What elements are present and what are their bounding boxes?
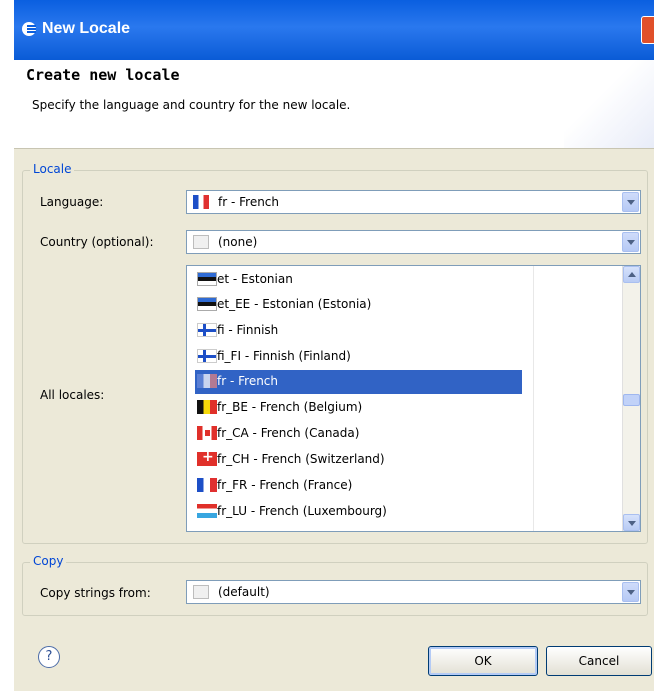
eclipse-icon [22, 22, 36, 36]
page-title: Create new locale [26, 66, 180, 84]
copy-strings-value: (default) [218, 585, 270, 599]
country-combo[interactable]: (none) [186, 230, 641, 254]
country-value: (none) [218, 235, 258, 249]
chevron-down-icon[interactable] [622, 582, 639, 602]
scroll-down-icon[interactable] [623, 514, 640, 531]
list-item-label: fr_CA - French (Canada) [217, 426, 360, 440]
country-label: Country (optional): [40, 235, 154, 249]
belgium-flag-icon [197, 400, 217, 414]
scroll-thumb[interactable] [623, 394, 640, 406]
estonia-flag-icon [197, 297, 217, 311]
new-locale-dialog: New Locale Create new locale Specify the… [14, 0, 654, 691]
copy-strings-label: Copy strings from: [40, 586, 151, 600]
list-item-label: fr_CH - French (Switzerland) [217, 452, 385, 466]
list-item[interactable]: fr_BE - French (Belgium) [195, 396, 530, 420]
title-bar[interactable]: New Locale [14, 0, 654, 60]
ok-button[interactable]: OK [428, 646, 538, 676]
list-item[interactable]: fr_FR - French (France) [195, 474, 530, 498]
page-description: Specify the language and country for the… [32, 98, 351, 112]
all-locales-label: All locales: [40, 388, 105, 402]
language-value: fr - French [218, 195, 280, 209]
list-item-selected[interactable]: fr - French [195, 370, 522, 394]
list-item-label: et - Estonian [217, 272, 293, 286]
chevron-down-icon[interactable] [622, 232, 639, 252]
list-item[interactable]: fi - Finnish [195, 319, 530, 343]
blank-flag-icon [193, 585, 209, 599]
france-flag-icon [193, 195, 209, 209]
list-item-label: fr - French [217, 374, 279, 388]
window-title: New Locale [42, 20, 131, 37]
all-locales-list[interactable]: et - Estonian et_EE - Estonian (Estonia)… [186, 265, 641, 532]
close-button[interactable] [641, 16, 654, 44]
language-label: Language: [40, 195, 104, 209]
finland-flag-icon [197, 323, 217, 337]
list-item[interactable]: et - Estonian [195, 268, 530, 292]
switzerland-flag-icon [197, 449, 217, 466]
estonia-flag-icon [197, 272, 217, 286]
luxembourg-flag-icon [197, 504, 217, 518]
list-item-label: fr_FR - French (France) [217, 478, 353, 492]
cancel-button[interactable]: Cancel [546, 646, 652, 676]
help-icon[interactable]: ? [38, 646, 60, 668]
header-banner [564, 60, 654, 148]
column-divider [533, 266, 534, 531]
list-item-label: fr_LU - French (Luxembourg) [217, 504, 387, 518]
france-flag-icon [197, 478, 217, 492]
finland-flag-icon [197, 349, 217, 363]
list-item[interactable]: fr_LU - French (Luxembourg) [195, 500, 530, 524]
list-item-label: fr_BE - French (Belgium) [217, 400, 363, 414]
list-item[interactable]: fr_CH - French (Switzerland) [195, 448, 530, 472]
list-item-label: fi - Finnish [217, 323, 279, 337]
chevron-down-icon[interactable] [622, 192, 639, 212]
language-combo[interactable]: fr - French [186, 190, 641, 214]
copy-strings-combo[interactable]: (default) [186, 580, 641, 604]
copy-group-label: Copy [30, 554, 67, 568]
list-item[interactable]: fi_FI - Finnish (Finland) [195, 345, 530, 369]
locale-group-label: Locale [30, 162, 75, 176]
list-item[interactable]: et_EE - Estonian (Estonia) [195, 293, 530, 317]
canada-flag-icon [197, 426, 217, 440]
list-item-label: et_EE - Estonian (Estonia) [217, 297, 372, 311]
list-scrollbar[interactable] [622, 266, 640, 531]
list-item[interactable]: fr_CA - French (Canada) [195, 422, 530, 446]
blank-flag-icon [193, 235, 209, 249]
scroll-up-icon[interactable] [623, 266, 640, 283]
list-item-label: fi_FI - Finnish (Finland) [217, 349, 351, 363]
france-flag-icon [197, 374, 217, 388]
